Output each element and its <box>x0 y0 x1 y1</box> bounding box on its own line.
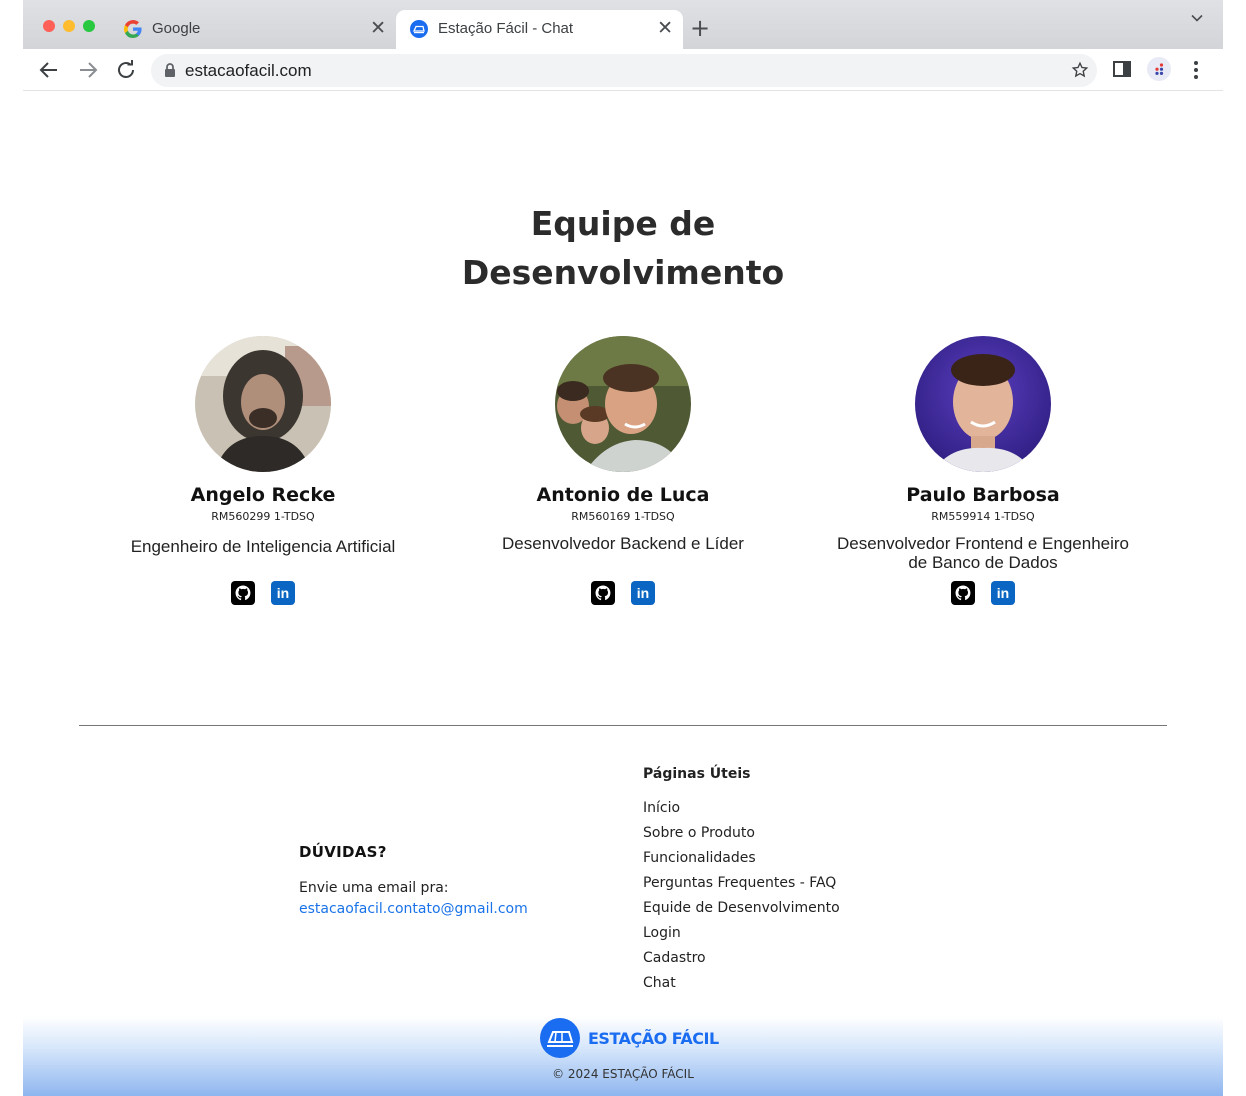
member-photo <box>915 336 1051 472</box>
github-icon[interactable] <box>231 581 255 605</box>
new-tab-button[interactable]: + <box>690 14 710 42</box>
tab-title: Google <box>152 20 201 37</box>
member-photo <box>195 336 331 472</box>
side-panel-icon[interactable] <box>1112 59 1132 79</box>
minimize-window-button[interactable] <box>63 20 75 32</box>
member-role: Engenheiro de Inteligencia Artificial <box>130 537 396 556</box>
member-rm: RM560299 1-TDSQ <box>211 510 315 523</box>
page-content: Equipe de Desenvolvimento Angelo Recke R… <box>23 91 1223 1096</box>
member-rm: RM559914 1-TDSQ <box>931 510 1035 523</box>
extension-icon[interactable] <box>1147 57 1171 81</box>
footer-link-login[interactable]: Login <box>643 921 840 946</box>
member-photo <box>555 336 691 472</box>
member-role: Desenvolvedor Backend e Líder <box>502 534 744 553</box>
maximize-window-button[interactable] <box>83 20 95 32</box>
url-text: estacaofacil.com <box>185 61 312 80</box>
back-arrow-icon[interactable] <box>37 58 61 82</box>
tab-estacao-facil-chat[interactable]: Estação Fácil - Chat ✕ <box>396 10 683 49</box>
train-logo-icon <box>410 20 428 38</box>
chevron-down-icon[interactable] <box>1189 10 1205 26</box>
linkedin-icon[interactable]: in <box>991 581 1015 605</box>
member-role: Desenvolvedor Frontend e Engenheiro de B… <box>836 534 1130 572</box>
tab-close-icon[interactable]: ✕ <box>657 17 673 40</box>
team-member-card: Antonio de Luca RM560169 1-TDSQ Desenvol… <box>443 336 803 605</box>
address-bar[interactable]: estacaofacil.com <box>151 54 1097 87</box>
team-section-title: Equipe de Desenvolvimento <box>23 199 1223 297</box>
brand-name: ESTAÇÃO FÁCIL <box>588 1028 719 1048</box>
team-title-line2: Desenvolvimento <box>461 253 785 292</box>
links-list: Início Sobre o Produto Funcionalidades P… <box>643 796 840 996</box>
contact-email-link[interactable]: estacaofacil.contato@gmail.com <box>299 901 528 917</box>
footer-divider <box>79 725 1167 726</box>
tab-title: Estação Fácil - Chat <box>438 20 574 37</box>
member-name: Angelo Recke <box>190 484 336 506</box>
footer-link-sobre[interactable]: Sobre o Produto <box>643 821 840 846</box>
linkedin-icon[interactable]: in <box>271 581 295 605</box>
contact-text: Envie uma email pra: <box>299 880 449 896</box>
footer-link-equipe[interactable]: Equide de Desenvolvimento <box>643 896 840 921</box>
member-rm: RM560169 1-TDSQ <box>571 510 675 523</box>
copyright-text: © 2024 ESTAÇÃO FÁCIL <box>552 1067 694 1081</box>
member-socials: in <box>443 581 803 605</box>
member-socials: in <box>83 581 443 605</box>
member-name: Paulo Barbosa <box>906 484 1060 506</box>
member-name: Antonio de Luca <box>536 484 710 506</box>
footer-link-funcionalidades[interactable]: Funcionalidades <box>643 846 840 871</box>
github-icon[interactable] <box>591 581 615 605</box>
member-socials: in <box>803 581 1163 605</box>
tab-strip: Google ✕ Estação Fácil - Chat ✕ + <box>23 0 1223 49</box>
lock-icon <box>165 63 175 77</box>
bookmark-star-icon[interactable] <box>1071 61 1089 79</box>
contact-heading: DÚVIDAS? <box>299 843 387 861</box>
github-icon[interactable] <box>951 581 975 605</box>
forward-arrow-icon[interactable] <box>76 58 100 82</box>
tab-google[interactable]: Google ✕ <box>111 10 396 49</box>
footer-link-cadastro[interactable]: Cadastro <box>643 946 840 971</box>
team-member-card: Angelo Recke RM560299 1-TDSQ Engenheiro … <box>83 336 443 605</box>
team-member-card: Paulo Barbosa RM559914 1-TDSQ Desenvolve… <box>803 336 1163 605</box>
links-heading: Páginas Úteis <box>643 766 751 782</box>
useful-links: Páginas Úteis Início Sobre o Produto Fun… <box>643 765 840 996</box>
tab-close-icon[interactable]: ✕ <box>370 17 386 40</box>
more-menu-icon[interactable] <box>1188 59 1204 81</box>
footer-link-faq[interactable]: Perguntas Frequentes - FAQ <box>643 871 840 896</box>
footer-link-chat[interactable]: Chat <box>643 971 840 996</box>
google-icon <box>124 20 142 38</box>
footer-link-inicio[interactable]: Início <box>643 796 840 821</box>
contact-section: DÚVIDAS? Envie uma email pra: estacaofac… <box>299 843 528 919</box>
browser-window: Google ✕ Estação Fácil - Chat ✕ + estaca… <box>23 0 1223 1096</box>
footer-bar: ESTAÇÃO FÁCIL © 2024 ESTAÇÃO FÁCIL <box>23 1017 1223 1096</box>
linkedin-icon[interactable]: in <box>631 581 655 605</box>
train-logo-icon <box>540 1018 580 1058</box>
reload-icon[interactable] <box>114 58 138 82</box>
browser-toolbar: estacaofacil.com <box>23 49 1223 91</box>
team-title-line1: Equipe de <box>530 204 716 243</box>
close-window-button[interactable] <box>43 20 55 32</box>
brand-logo-link[interactable]: ESTAÇÃO FÁCIL <box>540 1018 719 1058</box>
